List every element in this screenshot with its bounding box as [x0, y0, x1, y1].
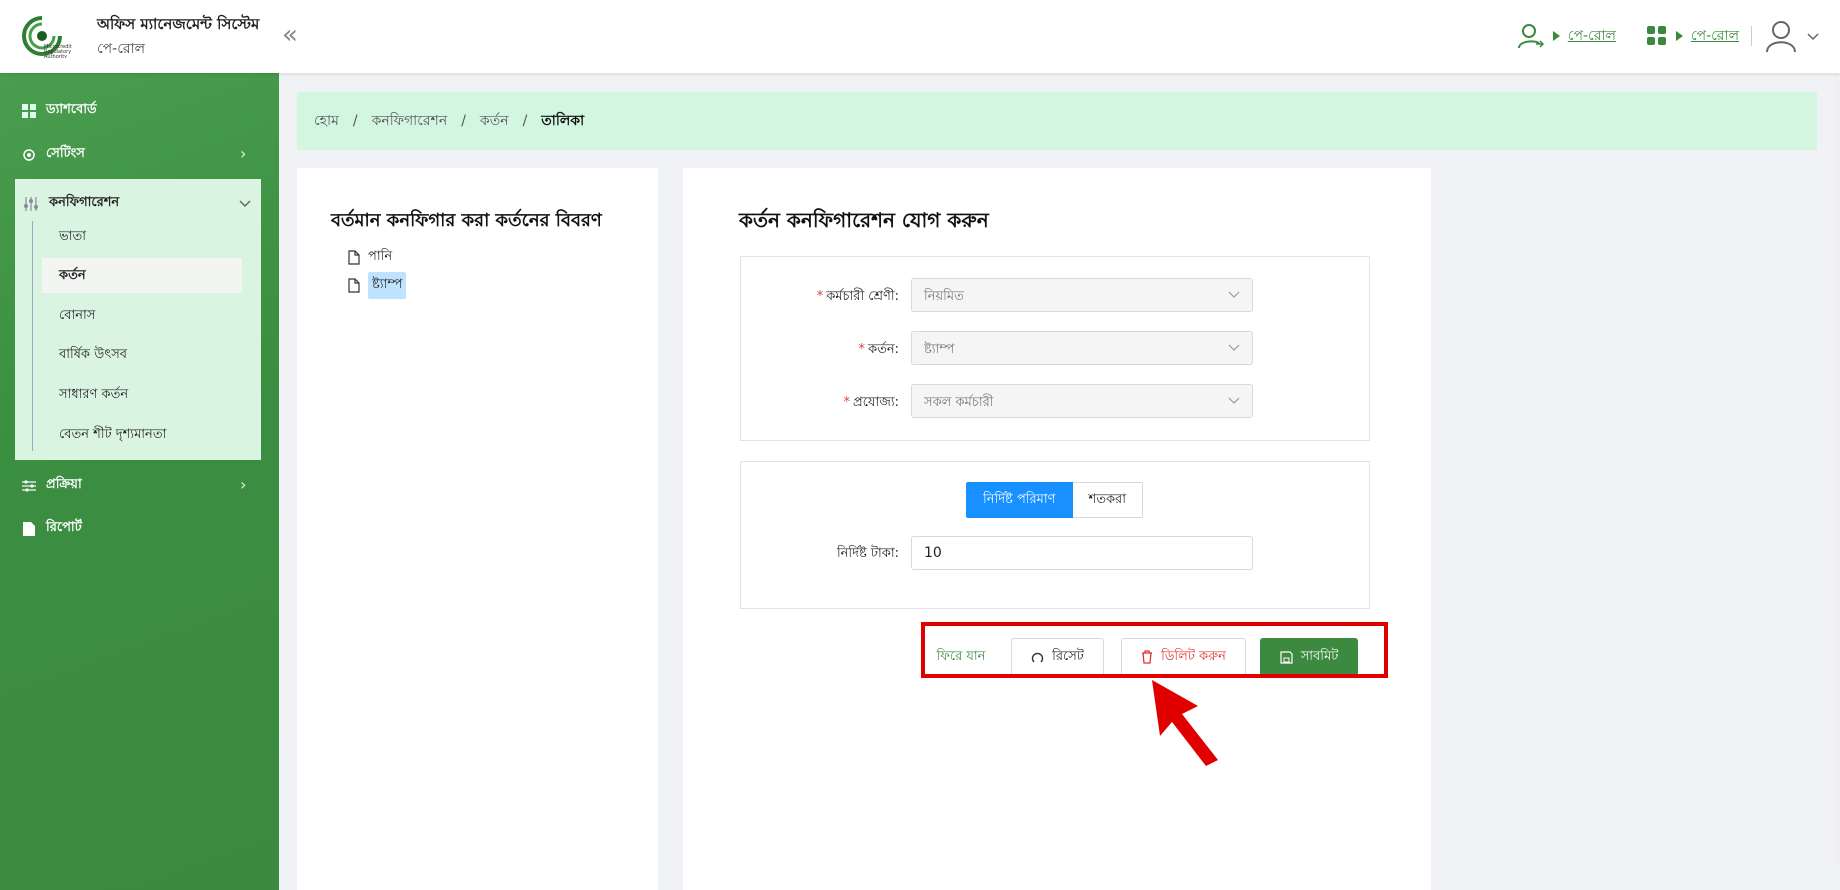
amount-box: নির্দিষ্ট পরিমাণ শতকরা নির্দিষ্ট টাকা: 1…	[740, 461, 1370, 609]
chevron-down-icon	[1228, 291, 1240, 298]
sliders-icon	[24, 196, 38, 211]
user-avatar-icon[interactable]	[1764, 19, 1798, 53]
deduction-config-form: কর্তন কনফিগারেশন যোগ করুন * কর্মচারী শ্রে…	[683, 168, 1431, 890]
top-bar: Microcredit Regulatory Authority অফিস ম্…	[0, 0, 1840, 73]
user-switch-icon[interactable]	[1517, 22, 1545, 50]
deduction-select[interactable]: ষ্ট্যাম্প	[911, 331, 1253, 365]
employee-class-select[interactable]: নিয়মিত	[911, 278, 1253, 312]
applicable-label: * প্রযোজ্য:	[843, 395, 899, 410]
submenu-item-general-deduction[interactable]: সাধারণ কর্তন	[59, 385, 128, 406]
sidebar-item-report[interactable]: রিপোর্ট	[22, 518, 82, 539]
highlight-box	[921, 622, 1388, 678]
mra-logo: Microcredit Regulatory Authority	[22, 16, 72, 58]
sidebar: ড্যাশবোর্ড সেটিংস › কনফিগারেশন ভাতা কর্ত…	[0, 73, 279, 890]
fixed-amount-option[interactable]: নির্দিষ্ট পরিমাণ	[966, 482, 1073, 518]
caret-right-icon	[1675, 31, 1683, 41]
sidebar-item-label: প্রক্রিয়া	[46, 477, 82, 492]
applicable-select[interactable]: সকল কর্মচারী	[911, 384, 1253, 418]
breadcrumb-separator: /	[522, 113, 528, 129]
sidebar-item-settings[interactable]: সেটিংস	[22, 144, 85, 165]
breadcrumb-current: তালিকা	[541, 113, 585, 129]
chevron-right-icon: ›	[240, 144, 247, 163]
sidebar-item-configuration[interactable]: কনফিগারেশন	[23, 193, 119, 214]
tree-item-label: পানি	[368, 249, 393, 264]
sidebar-item-label: রিপোর্ট	[46, 520, 82, 535]
tree-item-water[interactable]: পানি	[348, 247, 392, 268]
breadcrumb-home[interactable]: হোম	[314, 109, 339, 133]
amount-type-toggle: নির্দিষ্ট পরিমাণ শতকরা	[966, 482, 1143, 518]
fixed-amount-input[interactable]: 10	[911, 536, 1253, 570]
deduction-label: * কর্তন:	[858, 342, 900, 357]
top-right-nav: পে-রোল পে-রোল	[1517, 18, 1820, 54]
app-title: অফিস ম্যানেজমেন্ট সিস্টেম	[97, 15, 260, 33]
sidebar-item-label: সেটিংস	[46, 146, 85, 161]
selection-fields-box: * কর্মচারী শ্রেণী: নিয়মিত * কর্তন: ষ্ট্যা…	[740, 256, 1370, 441]
breadcrumb-deduction[interactable]: কর্তন	[480, 109, 509, 133]
tree-item-label: ষ্ট্যাম্প	[368, 272, 407, 299]
process-icon	[22, 479, 36, 492]
form-title: কর্তন কনফিগারেশন যোগ করুন	[739, 208, 989, 232]
submenu-item-deduction[interactable]: কর্তন	[59, 266, 86, 287]
pointer-arrow-icon	[1152, 680, 1218, 766]
dashboard-icon	[22, 103, 36, 118]
app-subtitle: পে-রোল	[97, 41, 146, 57]
submenu-guide-line	[32, 221, 33, 451]
fixed-amount-label: নির্দিষ্ট টাকা:	[836, 546, 899, 561]
chevron-down-icon	[1228, 397, 1240, 404]
breadcrumb-separator: /	[352, 113, 358, 129]
caret-right-icon	[1552, 31, 1560, 41]
submenu-item-bonus[interactable]: বোনাস	[59, 306, 95, 327]
breadcrumb: হোম / কনফিগারেশন / কর্তন / তালিকা	[297, 92, 1817, 150]
file-icon	[348, 278, 360, 293]
configured-deductions-panel: বর্তমান কনফিগার করা কর্তনের বিবরণ পানি ষ…	[297, 168, 658, 890]
chevron-down-icon[interactable]	[1806, 29, 1820, 43]
employee-class-label: * কর্মচারী শ্রেণী:	[816, 289, 899, 304]
chevron-right-icon: ›	[240, 475, 247, 494]
sidebar-item-label: ড্যাশবোর্ড	[46, 102, 97, 117]
svg-text:Authority: Authority	[44, 54, 67, 58]
tree-item-stamp[interactable]: ষ্ট্যাম্প	[348, 272, 407, 299]
submenu-item-annual-festival[interactable]: বার্ষিক উৎসব	[59, 345, 127, 366]
apps-grid-icon[interactable]	[1646, 25, 1668, 47]
panel-title: বর্তমান কনফিগার করা কর্তনের বিবরণ	[331, 210, 602, 231]
breadcrumb-configuration[interactable]: কনফিগারেশন	[372, 109, 448, 133]
scrollbar[interactable]	[1834, 73, 1840, 863]
submenu-item-allowance[interactable]: ভাতা	[59, 227, 86, 248]
config-submenu: কনফিগারেশন ভাতা কর্তন বোনাস বার্ষিক উৎসব…	[15, 179, 261, 460]
sidebar-item-process[interactable]: প্রক্রিয়া	[22, 475, 82, 496]
breadcrumb-separator: /	[461, 113, 466, 129]
sidebar-item-dashboard[interactable]: ড্যাশবোর্ড	[22, 100, 97, 121]
percentage-option[interactable]: শতকরা	[1072, 482, 1143, 518]
payroll-link-2[interactable]: পে-রোল	[1691, 24, 1739, 48]
chevron-down-icon	[1228, 344, 1240, 351]
chevron-down-icon	[239, 200, 251, 208]
payroll-link-1[interactable]: পে-রোল	[1568, 24, 1616, 48]
file-icon	[348, 250, 360, 265]
sidebar-item-label: কনফিগারেশন	[49, 195, 120, 210]
divider	[1751, 26, 1752, 46]
gear-icon	[23, 148, 35, 161]
file-icon	[23, 521, 35, 536]
submenu-item-salary-sheet-visibility[interactable]: বেতন শীট দৃশ্যমানতা	[59, 425, 166, 446]
collapse-sidebar-icon[interactable]: «	[282, 22, 298, 48]
